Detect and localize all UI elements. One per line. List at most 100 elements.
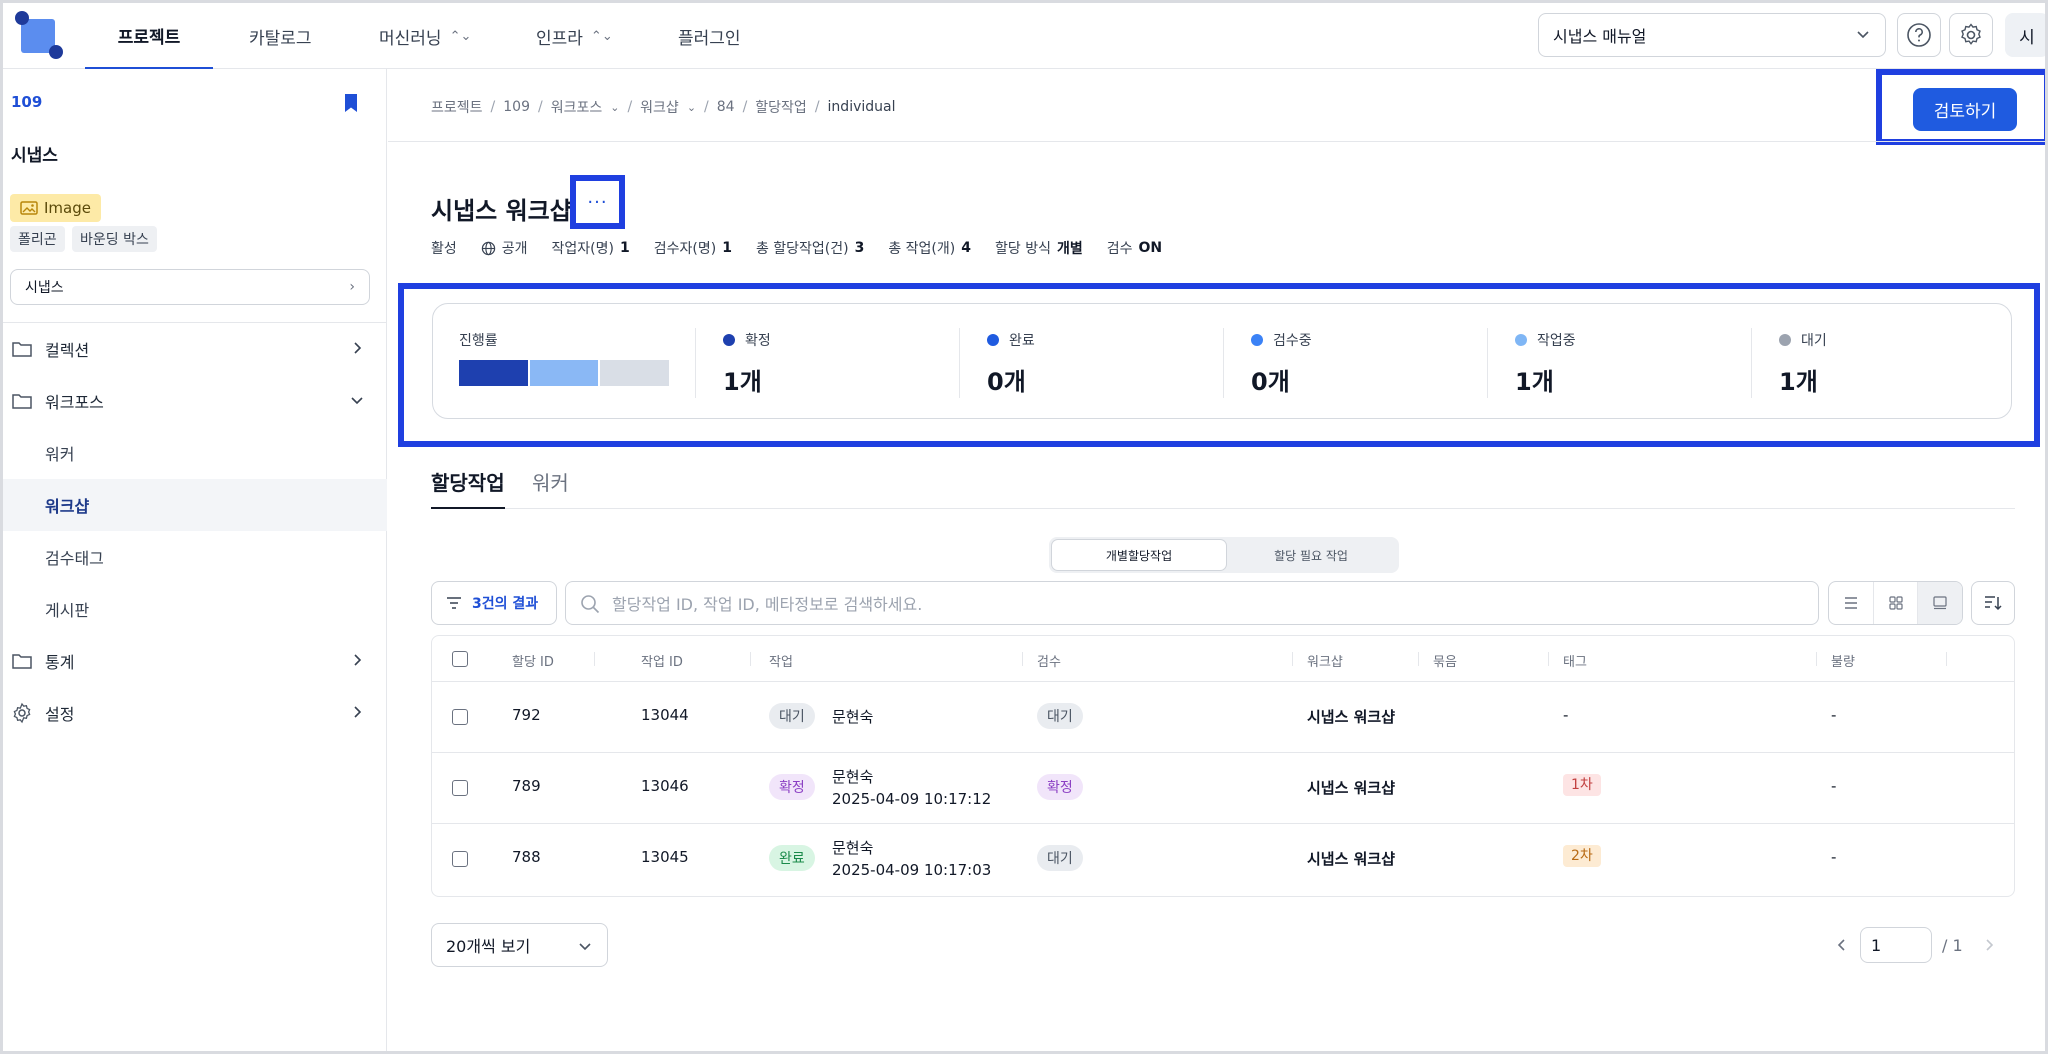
- tag-value: -: [1563, 706, 1569, 724]
- task-id: 13045: [641, 848, 689, 866]
- list-icon: [1844, 597, 1857, 609]
- review-button[interactable]: 검토하기: [1913, 88, 2017, 131]
- status-dot: [1515, 334, 1527, 346]
- stat-reviewing: 검수중 0개: [1251, 333, 1312, 396]
- column-header[interactable]: 태그: [1563, 651, 1587, 670]
- project-id: 109: [11, 93, 43, 111]
- status-dot: [1251, 334, 1263, 346]
- search-input[interactable]: [612, 592, 1792, 616]
- page-size-select[interactable]: 20개씩 보기: [431, 923, 608, 967]
- chevron-down-icon[interactable]: ⌄: [687, 101, 696, 114]
- sort-button[interactable]: [1971, 581, 2015, 625]
- updown-chevron-icon: ⌃⌄: [590, 28, 613, 44]
- manual-select[interactable]: 시냅스 매뉴얼: [1538, 13, 1886, 57]
- folder-icon: [12, 342, 32, 357]
- chevron-right-icon: [354, 706, 362, 718]
- column-header[interactable]: 검수: [1037, 651, 1061, 670]
- sidebar-item-stats[interactable]: 통계: [3, 635, 387, 687]
- project-select[interactable]: 시냅스 ›: [10, 269, 370, 305]
- worker-name: 문현숙: [832, 708, 874, 726]
- tool-chip-bbox: 바운딩 박스: [72, 226, 157, 252]
- row-checkbox[interactable]: [452, 851, 468, 867]
- breadcrumb-item[interactable]: 할당작업: [755, 97, 807, 117]
- breadcrumb-current: individual: [827, 99, 896, 115]
- prev-page-icon[interactable]: [1834, 937, 1850, 953]
- tab-workers[interactable]: 워커: [532, 467, 569, 509]
- nav-tab-plugin[interactable]: 플러그인: [678, 3, 741, 69]
- column-header[interactable]: 워크샵: [1307, 651, 1343, 670]
- breadcrumb-item[interactable]: 109: [503, 99, 530, 115]
- sidebar-item-workforce[interactable]: 워크포스: [3, 375, 387, 427]
- segment-individual[interactable]: 개별할당작업: [1052, 540, 1226, 570]
- segment-needs-assign[interactable]: 할당 필요 작업: [1227, 540, 1395, 570]
- progress-bar: [459, 360, 670, 386]
- gear-icon: [1961, 23, 1981, 45]
- column-header[interactable]: 묶음: [1433, 651, 1457, 670]
- chevron-right-icon: [354, 342, 362, 354]
- column-header[interactable]: 불량: [1831, 651, 1855, 670]
- help-button[interactable]: [1897, 13, 1941, 57]
- column-header[interactable]: 할당 ID: [512, 651, 554, 670]
- list-view-button[interactable]: [1829, 582, 1874, 624]
- row-checkbox[interactable]: [452, 709, 468, 725]
- page-number-input[interactable]: 1: [1860, 927, 1932, 963]
- sidebar-item-review-tag[interactable]: 검수태그: [3, 531, 387, 583]
- next-page-icon[interactable]: [1981, 937, 1997, 953]
- nav-tab-project[interactable]: 프로젝트: [85, 3, 213, 69]
- chevron-down-icon: [579, 943, 591, 951]
- help-icon: [1907, 23, 1931, 47]
- table-row[interactable]: 788 13045 완료 문현숙 2025-04-09 10:17:03 대기 시…: [432, 824, 2014, 895]
- select-all-checkbox[interactable]: [452, 651, 468, 667]
- visibility-label: 공개: [481, 238, 528, 258]
- view-toggle: [1828, 581, 1963, 625]
- sidebar-item-settings[interactable]: 설정: [3, 687, 387, 739]
- bookmark-icon[interactable]: [343, 93, 359, 113]
- globe-icon: [481, 241, 495, 255]
- tool-chip-polygon: 폴리곤: [10, 226, 65, 252]
- chevron-down-icon[interactable]: ⌄: [610, 101, 619, 114]
- sidebar-item-board[interactable]: 게시판: [3, 583, 387, 635]
- more-icon: ···: [587, 191, 608, 213]
- main-content: 프로젝트/ 109/ 워크포스 ⌄ / 워크샵 ⌄/ 84/ 할당작업 / indivi…: [388, 69, 2045, 1051]
- more-options-button[interactable]: ···: [570, 175, 625, 229]
- row-checkbox[interactable]: [452, 780, 468, 796]
- nav-tab-infra[interactable]: 인프라 ⌃⌄: [536, 3, 613, 69]
- breadcrumb-item[interactable]: 워크샵: [640, 97, 679, 117]
- chevron-down-icon: [351, 397, 363, 405]
- nav-tab-ml[interactable]: 머신러닝 ⌃⌄: [379, 3, 471, 69]
- workshop-name: 시냅스 워크샵: [1307, 850, 1396, 868]
- table-row[interactable]: 789 13046 확정 문현숙 2025-04-09 10:17:12 확정 시…: [432, 753, 2014, 824]
- column-header[interactable]: 작업: [769, 651, 793, 670]
- sidebar-item-worker[interactable]: 워커: [3, 427, 387, 479]
- work-status: 대기: [769, 703, 815, 729]
- filter-button[interactable]: 3건의 결과: [431, 581, 557, 625]
- sidebar-item-workshop[interactable]: 워크샵: [3, 479, 387, 531]
- progress-card: 진행률 확정 1개 완료 0개 검수중 0개 작업중 1개 대기 1개: [432, 303, 2012, 419]
- assignment-segment: 개별할당작업 할당 필요 작업: [1049, 537, 1399, 573]
- breadcrumb-item[interactable]: 프로젝트: [431, 97, 483, 117]
- review-status: 검수 ON: [1106, 240, 1163, 257]
- review-status-badge: 대기: [1037, 845, 1083, 871]
- breadcrumb-item[interactable]: 워크포스: [551, 97, 603, 117]
- grid-view-button[interactable]: [1874, 582, 1919, 624]
- logo-icon[interactable]: [15, 11, 63, 59]
- progress-segment: [600, 360, 670, 386]
- avatar[interactable]: 시: [2005, 13, 2045, 57]
- gallery-view-button[interactable]: [1918, 582, 1963, 624]
- chevron-down-icon: [1857, 31, 1869, 39]
- manual-select-label: 시냅스 매뉴얼: [1553, 27, 1647, 46]
- sidebar: 109 시냅스 Image 폴리곤 바운딩 박스 시냅스 › 컬렉션 워크포스 …: [3, 69, 387, 1051]
- stat-complete: 완료 0개: [987, 333, 1035, 396]
- nav-tab-catalog[interactable]: 카탈로그: [249, 3, 312, 69]
- progress-segment: [459, 360, 528, 386]
- workshop-name: 시냅스 워크샵: [1307, 779, 1396, 797]
- settings-button[interactable]: [1949, 13, 1993, 57]
- table-row[interactable]: 792 13044 대기 문현숙 대기 시냅스 워크샵 - -: [432, 682, 2014, 753]
- app-window: 프로젝트 카탈로그 머신러닝 ⌃⌄ 인프라 ⌃⌄ 플러그인 시냅스 매뉴얼 시 10…: [0, 0, 2048, 1054]
- breadcrumb-item[interactable]: 84: [717, 99, 735, 115]
- column-header[interactable]: 작업 ID: [641, 651, 683, 670]
- sidebar-item-collection[interactable]: 컬렉션: [3, 323, 387, 375]
- tab-assignments[interactable]: 할당작업: [431, 467, 505, 509]
- tag-badge: 2차: [1563, 845, 1601, 867]
- assign-method: 할당 방식 개별: [995, 241, 1083, 257]
